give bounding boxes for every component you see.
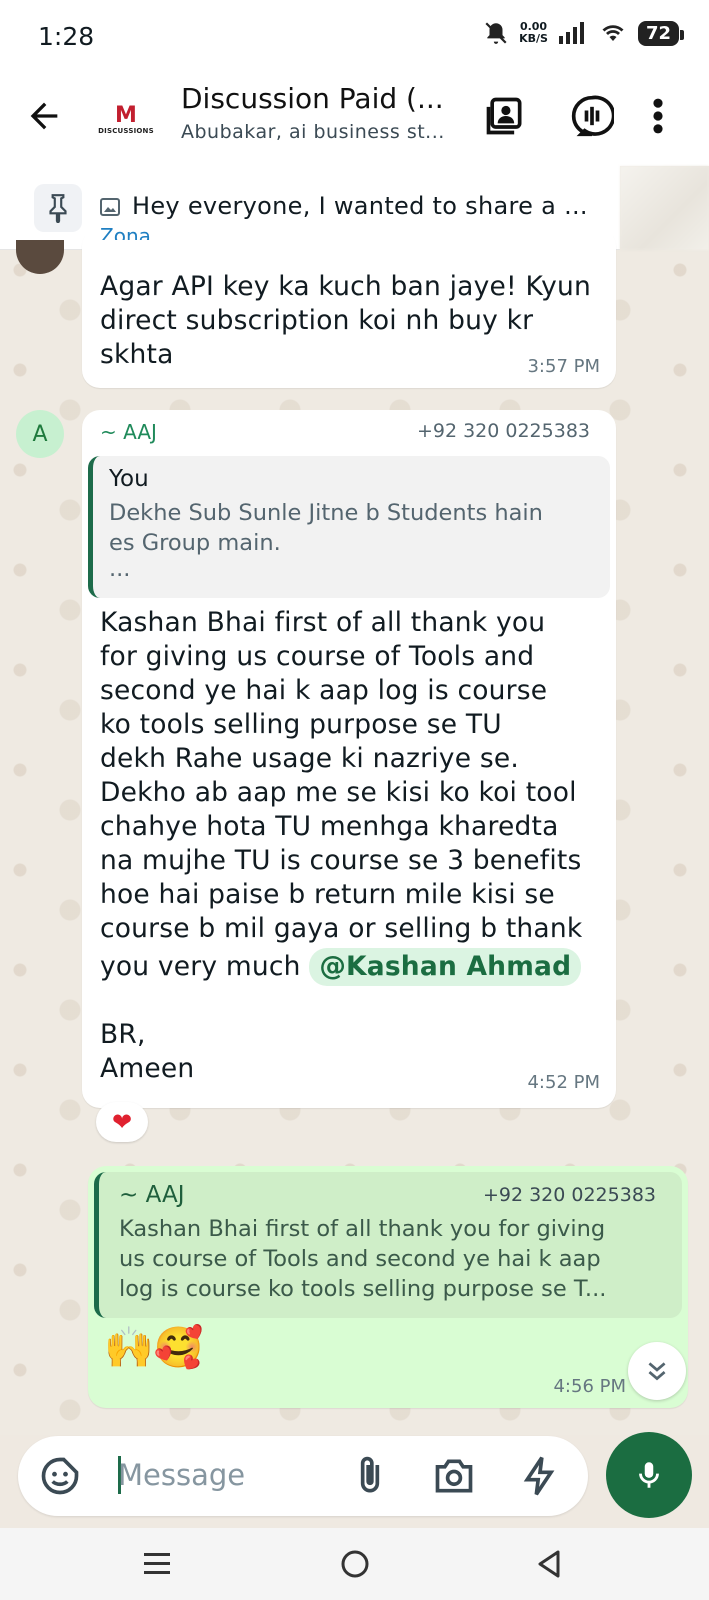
home-icon[interactable] [339,1548,371,1580]
message-time: 4:56 PM [553,1376,626,1397]
back-arrow-icon[interactable] [24,96,64,136]
camera-icon[interactable] [432,1454,476,1498]
quote-line: log is course ko tools selling purpose s… [119,1276,607,1302]
chat-header: M DISCUSSIONS Discussion Paid (... Abuba… [0,76,709,166]
group-avatar[interactable]: M DISCUSSIONS [96,90,156,150]
mute-bell-icon [485,22,507,44]
wifi-icon [602,25,624,41]
quote-author: You [109,466,149,492]
status-icons: 0.00 KB/S 72 [483,20,685,46]
message-line: Kashan Bhai first of all thank you [100,607,546,638]
message-line: second ye hai k aap log is course [100,675,548,706]
quoted-message[interactable]: ~ AAJ +92 320 0225383 Kashan Bhai first … [94,1172,682,1318]
message-composer: Message [18,1436,588,1516]
message-time: 4:52 PM [527,1072,600,1093]
message-bubble-outgoing[interactable]: ~ AAJ +92 320 0225383 Kashan Bhai first … [88,1166,688,1408]
pinned-thumbnail[interactable] [620,166,709,250]
chat-title[interactable]: Discussion Paid (... [181,82,444,115]
system-nav-bar [0,1528,709,1600]
voice-record-button[interactable] [606,1432,692,1518]
message-line: skhta [100,339,174,370]
sticker-icon[interactable] [38,1454,82,1498]
quoted-message[interactable]: You Dekhe Sub Sunle Jitne b Students hai… [88,456,610,598]
logo-mark-icon: M [115,103,137,128]
status-bar: 1:28 0.00 KB/S 72 [0,0,709,76]
mention-chip[interactable]: @Kashan Ahmad [309,948,582,986]
message-time: 3:57 PM [527,356,600,377]
message-line: dekh Rahe usage ki nazriye se. [100,743,519,774]
message-text: Agar API key ka kuch ban jaye! Kyun dire… [100,270,591,372]
signal-icon [558,22,584,44]
quote-phone: +92 320 0225383 [482,1184,656,1206]
message-line: Ameen [100,1053,195,1084]
quote-line: Kashan Bhai first of all thank you for g… [119,1216,606,1242]
sender-name: Zona [100,224,151,240]
pinned-message-text: Hey everyone, I wanted to share a ... [132,192,588,220]
message-line: chahye hota TU menhga kharedta [100,811,559,842]
scroll-to-bottom-button[interactable] [628,1342,686,1400]
sender-avatar[interactable]: A [16,410,64,458]
battery-indicator: 72 [637,20,685,46]
quote-line: Dekhe Sub Sunle Jitne b Students hain [109,500,543,526]
message-text: Kashan Bhai first of all thank you for g… [100,606,582,1086]
emoji-message: 🙌🥰 [104,1325,204,1371]
message-line: course b mil gaya or selling b thank [100,913,583,944]
status-time: 1:28 [38,22,95,51]
message-line: for giving us course of Tools and [100,641,535,672]
message-line: na mujhe TU is course se 3 benefits [100,845,582,876]
back-nav-icon[interactable] [534,1548,562,1580]
message-line: BR, [100,1019,146,1050]
message-line: ko tools selling purpose se TU [100,709,502,740]
attach-icon[interactable] [348,1454,392,1498]
message-line: hoe hai paise b return mile kisi se [100,879,555,910]
lightning-icon[interactable] [518,1454,562,1498]
quote-line: us course of Tools and second ye hai k a… [119,1246,601,1272]
message-line: Dekho ab aap me se kisi ko koi tool [100,777,577,808]
pin-icon[interactable] [34,184,82,232]
message-input[interactable]: Message [118,1458,245,1492]
quote-line: ... [109,556,131,582]
double-chevron-down-icon [648,1362,666,1381]
chat-subtitle[interactable]: Abubakar, ai business st... [181,121,445,143]
message-bubble[interactable]: ~ AAJ +92 320 0225383 You Dekhe Sub Sunl… [82,410,616,1108]
heart-reaction[interactable]: ❤ [96,1102,148,1142]
voice-chat-icon[interactable] [570,94,614,138]
message-line-text: you very much [100,951,301,982]
quote-line: es Group main. [109,530,281,556]
message-line: direct subscription koi nh buy kr [100,305,534,336]
sender-name[interactable]: ~ AAJ [100,420,157,444]
image-icon [100,198,120,216]
message-line: you very much @Kashan Ahmad [100,948,582,986]
message-bubble[interactable]: Zona Agar API key ka kuch ban jaye! Kyun… [82,224,616,388]
net-speed: 0.00 KB/S [519,21,548,45]
sender-phone: +92 320 0225383 [416,420,590,442]
message-line: Agar API key ka kuch ban jaye! Kyun [100,271,591,302]
more-options-icon[interactable] [648,94,668,138]
net-speed-unit: KB/S [519,32,548,45]
contact-card-icon[interactable] [483,94,527,138]
microphone-icon [639,1462,659,1488]
logo-text: DISCUSSIONS [98,127,154,135]
recent-apps-icon[interactable] [142,1550,172,1578]
